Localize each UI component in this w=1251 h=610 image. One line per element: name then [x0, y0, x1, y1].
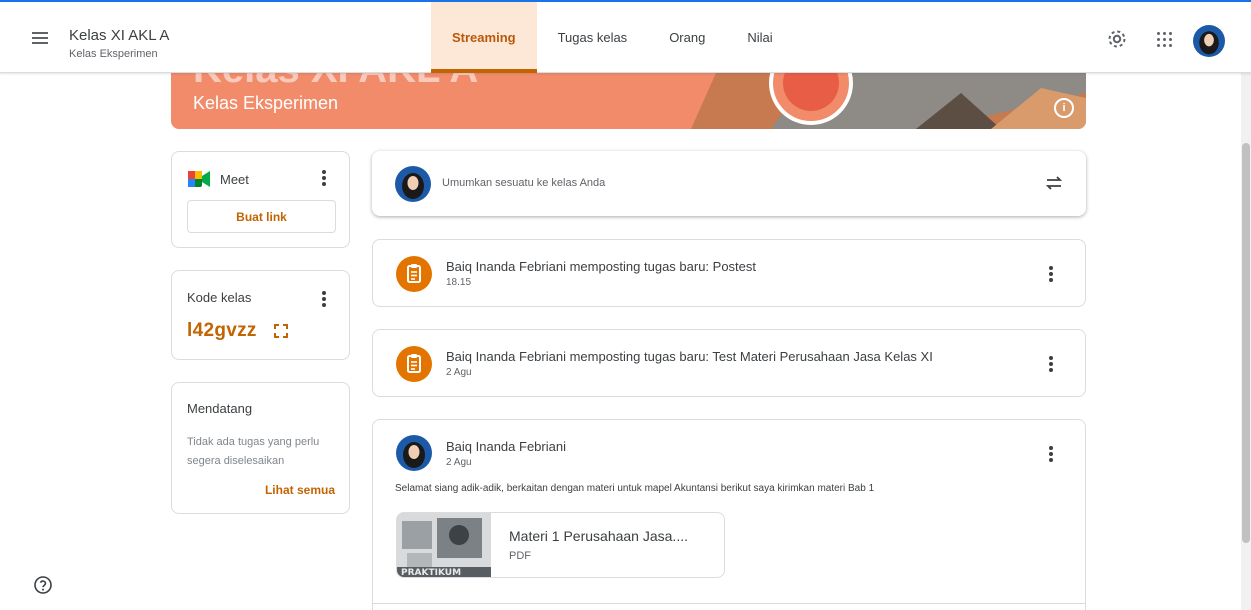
menu-icon[interactable]: [28, 26, 52, 50]
tab-bar: Streaming Tugas kelas Orang Nilai: [431, 2, 794, 73]
scroll-thumb[interactable]: [1242, 143, 1250, 543]
post-author: Baiq Inanda Febriani: [446, 439, 566, 454]
fullscreen-icon[interactable]: [274, 324, 288, 338]
scrollbar[interactable]: [1241, 73, 1251, 610]
class-code-more-icon[interactable]: [314, 289, 334, 309]
post-title[interactable]: Baiq Inanda Febriani memposting tugas ba…: [446, 349, 933, 364]
tab-streaming[interactable]: Streaming: [431, 2, 537, 73]
post-title[interactable]: Baiq Inanda Febriani memposting tugas ba…: [446, 259, 756, 274]
divider: [373, 603, 1085, 604]
app-header: Kelas XI AKL A Kelas Eksperimen Streamin…: [0, 2, 1251, 73]
post-date: 18.15: [446, 277, 472, 288]
view-all-link[interactable]: Lihat semua: [265, 483, 335, 497]
meet-more-icon[interactable]: [314, 168, 334, 188]
meet-card: Meet Buat link: [171, 151, 350, 248]
meet-icon: [188, 171, 210, 187]
class-code-value: l42gvzz: [187, 320, 257, 341]
attachment-card[interactable]: PRAKTIKUM Materi 1 Perusahaan Jasa.... P…: [396, 512, 725, 578]
announce-box[interactable]: Umumkan sesuatu ke kelas Anda: [372, 151, 1086, 216]
attachment-type: PDF: [509, 550, 531, 562]
attachment-title: Materi 1 Perusahaan Jasa....: [509, 528, 688, 544]
banner-subtitle: Kelas Eksperimen: [193, 93, 339, 113]
banner-title: Kelas XI AKL A: [193, 73, 478, 92]
info-icon[interactable]: i: [1054, 98, 1074, 118]
user-avatar[interactable]: [1193, 25, 1225, 57]
tab-tugas-kelas[interactable]: Tugas kelas: [537, 2, 649, 73]
announcement-post: Baiq Inanda Febriani 2 Agu Selamat siang…: [372, 419, 1086, 610]
class-code-card: Kode kelas l42gvzz: [171, 270, 350, 360]
post-date: 2 Agu: [446, 367, 472, 378]
class-title[interactable]: Kelas XI AKL A: [69, 28, 169, 44]
tab-nilai[interactable]: Nilai: [726, 2, 793, 73]
stream-item[interactable]: Baiq Inanda Febriani memposting tugas ba…: [372, 239, 1086, 307]
attachment-thumbnail: PRAKTIKUM: [397, 513, 491, 578]
class-code-label: Kode kelas: [187, 290, 252, 305]
repost-icon[interactable]: [1044, 173, 1064, 193]
attachment-thumbnail-text: PRAKTIKUM: [401, 568, 462, 578]
class-banner: Kelas XI AKL A Kelas Eksperimen i: [171, 73, 1086, 129]
upcoming-title: Mendatang: [187, 401, 253, 416]
class-subtitle: Kelas Eksperimen: [69, 48, 158, 60]
create-link-button[interactable]: Buat link: [187, 200, 336, 233]
post-more-icon[interactable]: [1041, 264, 1061, 284]
apps-grid-icon[interactable]: [1152, 27, 1176, 51]
meet-label: Meet: [220, 172, 249, 187]
post-more-icon[interactable]: [1041, 444, 1061, 464]
user-avatar: [395, 166, 431, 202]
help-icon[interactable]: [33, 575, 53, 595]
author-avatar: [396, 435, 432, 471]
post-body: Selamat siang adik-adik, berkaitan denga…: [395, 483, 875, 494]
assignment-icon: [396, 346, 432, 382]
upcoming-card: Mendatang Tidak ada tugas yang perlu seg…: [171, 382, 350, 514]
tab-orang[interactable]: Orang: [648, 2, 726, 73]
stream-item[interactable]: Baiq Inanda Febriani memposting tugas ba…: [372, 329, 1086, 397]
upcoming-empty-text: Tidak ada tugas yang perlu segera disele…: [187, 436, 320, 467]
post-more-icon[interactable]: [1041, 354, 1061, 374]
announce-input[interactable]: Umumkan sesuatu ke kelas Anda: [442, 177, 605, 189]
gear-icon[interactable]: [1105, 27, 1129, 51]
assignment-icon: [396, 256, 432, 292]
post-date: 2 Agu: [446, 457, 472, 468]
